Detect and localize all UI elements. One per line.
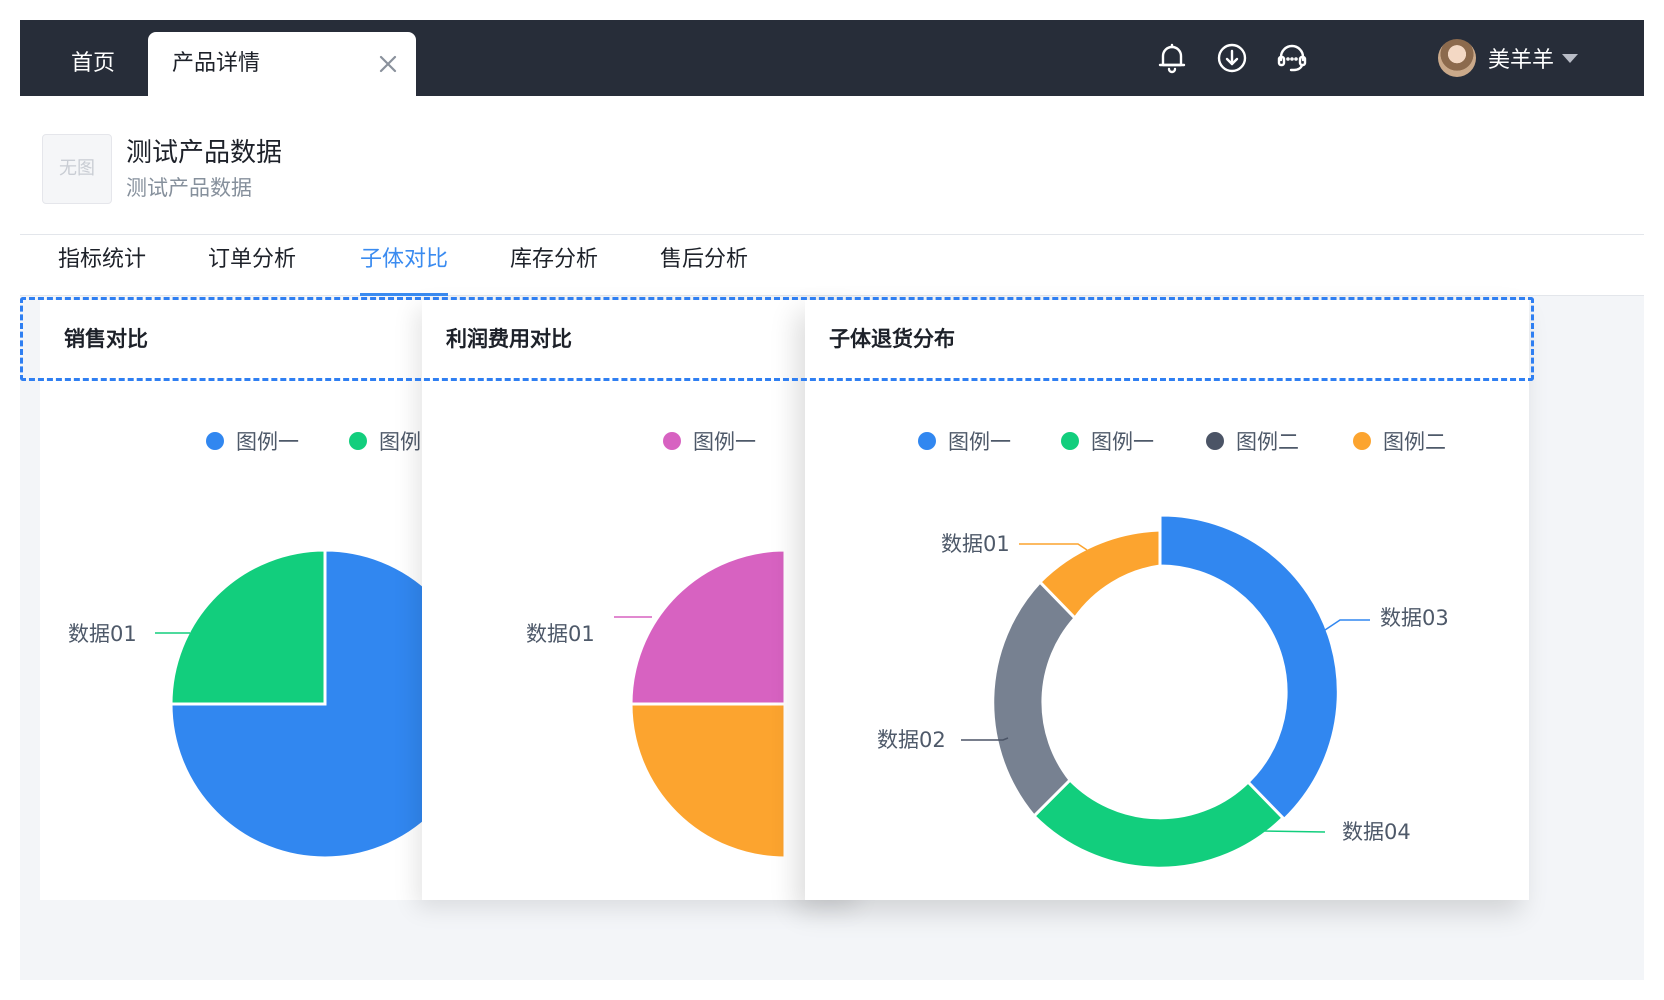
tab-metrics[interactable]: 指标统计 [58,235,146,293]
product-thumbnail: 无图 [42,134,112,204]
legend-marker [663,432,681,450]
slice-label: 数据01 [68,622,137,646]
label-leader [1019,543,1088,551]
download-icon[interactable] [1212,38,1252,78]
product-subtitle: 测试产品数据 [126,176,252,200]
return-distribution-chart: 图例一 图例一 图例二 图例二 数据03 数据04 数据02 数据01 [877,430,1449,870]
slice-label: 数据02 [877,728,946,752]
product-name: 测试产品数据 [126,138,283,168]
slice-label: 数据01 [941,532,1010,556]
legend-label: 图例一 [948,430,1011,454]
legend-label: 图例 [379,430,421,454]
legend-label: 图例二 [1383,430,1446,454]
app-frame: 首页 产品详情 美羊羊 无图 测试产品数据 测试产品数据 指标统计 订单分析 子… [20,20,1644,980]
profit-cost-card: 利润费用对比 图例一 数据01 [422,300,862,900]
tab-product-detail-label: 产品详情 [172,51,261,76]
avatar [1438,39,1476,77]
legend-marker [349,432,367,450]
sales-compare-chart: 图例一 图例 数据01 [68,430,460,860]
legend-marker [1061,432,1079,450]
tab-home[interactable]: 首页 [40,32,146,96]
legend-marker [206,432,224,450]
tab-orders[interactable]: 订单分析 [208,235,296,293]
user-menu[interactable]: 美羊羊 [1438,34,1579,82]
legend-label: 图例一 [236,430,299,454]
profit-cost-chart: 图例一 数据01 [526,430,787,860]
legend-marker [1206,432,1224,450]
slice-label: 数据03 [1380,606,1449,630]
sales-compare-card: 销售对比 图例一 图例 数据01 [40,300,460,900]
pie-slice [629,702,787,860]
bell-icon[interactable] [1152,38,1192,78]
donut-segment [991,579,1078,819]
slice-label: 数据01 [526,622,595,646]
pie-slice [169,548,327,706]
legend-label: 图例一 [1091,430,1154,454]
pie-slice [629,548,787,706]
close-icon[interactable] [374,50,402,78]
tab-variant-compare[interactable]: 子体对比 [360,235,449,296]
username: 美羊羊 [1488,48,1555,73]
top-bar: 首页 产品详情 美羊羊 [20,20,1644,96]
tab-inventory[interactable]: 库存分析 [510,235,598,293]
sub-tabs: 指标统计 订单分析 子体对比 库存分析 售后分析 [20,235,1644,296]
label-leader [1324,619,1370,631]
legend-label: 图例一 [693,430,756,454]
return-distribution-card: 子体退货分布 图例一 图例一 图例二 图例二 数据03 数据04 数据02 数据… [805,300,1529,900]
donut-segment [1031,777,1286,870]
tab-after-sales[interactable]: 售后分析 [660,235,748,293]
tab-product-detail[interactable]: 产品详情 [148,32,416,96]
legend-marker [918,432,936,450]
support-icon[interactable] [1272,38,1312,78]
slice-label: 数据04 [1342,820,1411,844]
product-header: 无图 测试产品数据 测试产品数据 [20,96,1644,235]
legend-label: 图例二 [1236,430,1299,454]
chevron-down-icon [1562,53,1579,63]
legend-marker [1353,432,1371,450]
